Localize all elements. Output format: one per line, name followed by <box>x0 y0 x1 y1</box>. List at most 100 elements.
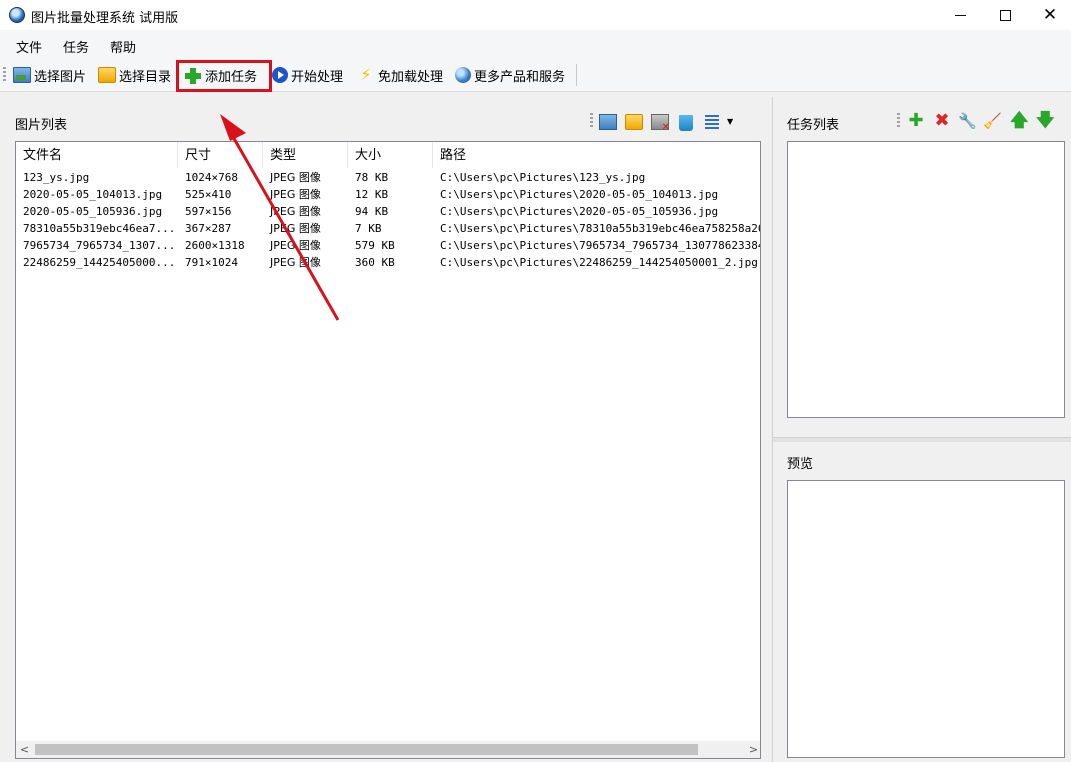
cell-size: 94 KB <box>355 205 389 218</box>
table-row[interactable]: 123_ys.jpg 1024×768 JPEG 图像 78 KB C:\Use… <box>16 169 760 186</box>
cell-dimensions: 525×410 <box>185 188 232 201</box>
cell-size: 360 KB <box>355 256 395 269</box>
image-list-title: 图片列表 <box>15 118 68 133</box>
broom-icon[interactable]: 🧹 <box>983 112 1002 130</box>
maximize-button[interactable] <box>982 0 1028 30</box>
cell-dimensions: 367×287 <box>185 222 232 235</box>
add-folder-icon[interactable] <box>625 114 643 130</box>
cell-path: C:\Users\pc\Pictures\123_ys.jpg <box>440 171 646 184</box>
cell-type: JPEG 图像 <box>270 188 321 201</box>
cell-dimensions: 791×1024 <box>185 256 238 269</box>
title-bar: 图片批量处理系统 试用版 ✕ <box>0 0 1071 30</box>
view-dropdown-caret-icon[interactable]: ▼ <box>727 117 733 126</box>
cell-filename: 123_ys.jpg <box>23 171 90 184</box>
list-toolbar-grip[interactable] <box>590 113 593 129</box>
more-products-button[interactable]: 更多产品和服务 <box>455 64 565 86</box>
cell-filename: 2020-05-05_104013.jpg <box>23 188 163 201</box>
close-icon: ✕ <box>1042 5 1058 25</box>
cell-type: JPEG 图像 <box>270 256 321 269</box>
app-globe-icon <box>9 7 25 23</box>
play-icon <box>272 67 288 83</box>
lightning-icon: ⚡ <box>360 65 372 84</box>
cell-size: 12 KB <box>355 188 389 201</box>
preview-box <box>787 480 1065 758</box>
highlight-annotation <box>176 60 272 92</box>
select-image-label: 选择图片 <box>34 69 87 85</box>
table-row[interactable]: 2020-05-05_104013.jpg 525×410 JPEG 图像 12… <box>16 186 760 203</box>
maximize-icon <box>999 10 1011 21</box>
cell-path: C:\Users\pc\Pictures\2020-05-05_104013.j… <box>440 188 719 201</box>
horizontal-scrollbar[interactable]: < > <box>16 741 760 758</box>
folder-icon <box>98 67 116 83</box>
cell-path: C:\Users\pc\Pictures\78310a55b319ebc46ea… <box>440 222 761 235</box>
table-row[interactable]: 2020-05-05_105936.jpg 597×156 JPEG 图像 94… <box>16 203 760 220</box>
scroll-left-icon[interactable]: < <box>16 741 33 758</box>
image-icon <box>13 67 31 83</box>
cell-dimensions: 597×156 <box>185 205 232 218</box>
main-toolbar: 选择图片 选择目录 添加任务 开始处理 ⚡ 免加载处理 更多产品和服务 <box>0 58 1071 92</box>
cell-path: C:\Users\pc\Pictures\7965734_7965734_130… <box>440 239 761 252</box>
no-load-process-button[interactable]: ⚡ 免加载处理 <box>357 64 443 86</box>
clear-list-icon[interactable] <box>679 115 693 131</box>
select-folder-label: 选择目录 <box>119 69 172 85</box>
cell-type: JPEG 图像 <box>270 205 321 218</box>
view-mode-icon[interactable] <box>705 115 719 131</box>
table-header: 文件名 尺寸 类型 大小 路径 <box>16 142 760 168</box>
preview-title: 预览 <box>787 457 814 472</box>
wrench-icon[interactable]: 🔧 <box>958 112 977 130</box>
cell-type: JPEG 图像 <box>270 239 321 252</box>
no-load-process-label: 免加载处理 <box>378 69 444 85</box>
window-title: 图片批量处理系统 试用版 <box>31 11 179 26</box>
table-row[interactable]: 22486259_14425405000... 791×1024 JPEG 图像… <box>16 254 760 271</box>
minimize-button[interactable] <box>937 0 983 30</box>
cell-type: JPEG 图像 <box>270 171 321 184</box>
delete-task-icon[interactable]: ✖ <box>933 112 951 130</box>
image-table[interactable]: 文件名 尺寸 类型 大小 路径 123_ys.jpg 1024×768 JPEG… <box>15 141 761 759</box>
cell-size: 78 KB <box>355 171 389 184</box>
cell-size: 579 KB <box>355 239 395 252</box>
column-dimensions[interactable]: 尺寸 <box>178 142 263 168</box>
cell-filename: 7965734_7965734_1307... <box>23 239 176 252</box>
app-window: 图片批量处理系统 试用版 ✕ 文件 任务 帮助 选择图片 选择目录 添加任务 开… <box>0 0 1071 762</box>
start-process-button[interactable]: 开始处理 <box>272 64 343 86</box>
globe-icon <box>455 67 471 83</box>
menu-help[interactable]: 帮助 <box>110 37 136 56</box>
remove-image-icon[interactable] <box>651 114 670 133</box>
menu-file[interactable]: 文件 <box>16 37 42 56</box>
column-filename[interactable]: 文件名 <box>16 142 178 168</box>
select-folder-button[interactable]: 选择目录 <box>98 64 171 86</box>
more-products-label: 更多产品和服务 <box>474 69 566 85</box>
cell-filename: 22486259_14425405000... <box>23 256 176 269</box>
table-row[interactable]: 7965734_7965734_1307... 2600×1318 JPEG 图… <box>16 237 761 254</box>
start-process-label: 开始处理 <box>291 69 344 85</box>
column-path[interactable]: 路径 <box>433 142 760 168</box>
table-row[interactable]: 78310a55b319ebc46ea7... 367×287 JPEG 图像 … <box>16 220 761 237</box>
column-type[interactable]: 类型 <box>263 142 348 168</box>
toolbar-separator <box>576 64 577 86</box>
add-image-icon[interactable] <box>599 114 617 130</box>
column-size[interactable]: 大小 <box>348 142 433 168</box>
toolbar-grip[interactable] <box>3 67 6 83</box>
task-toolbar-grip[interactable] <box>897 113 900 129</box>
cell-filename: 2020-05-05_105936.jpg <box>23 205 163 218</box>
menu-bar: 文件 任务 帮助 <box>0 30 1071 58</box>
cell-path: C:\Users\pc\Pictures\22486259_1442540500… <box>440 256 758 269</box>
select-image-button[interactable]: 选择图片 <box>13 64 86 86</box>
cell-type: JPEG 图像 <box>270 222 321 235</box>
task-list-box[interactable] <box>787 141 1065 418</box>
cell-size: 7 KB <box>355 222 382 235</box>
cell-dimensions: 1024×768 <box>185 171 238 184</box>
cell-dimensions: 2600×1318 <box>185 239 245 252</box>
scrollbar-thumb[interactable] <box>35 744 698 755</box>
close-button[interactable]: ✕ <box>1027 0 1071 30</box>
menu-task[interactable]: 任务 <box>63 37 89 56</box>
move-up-icon[interactable]: 🡅 <box>1010 112 1029 130</box>
panel-splitter[interactable] <box>772 97 773 762</box>
right-panel-splitter[interactable] <box>773 437 1071 442</box>
minimize-icon <box>954 14 966 17</box>
cell-filename: 78310a55b319ebc46ea7... <box>23 222 176 235</box>
cell-path: C:\Users\pc\Pictures\2020-05-05_105936.j… <box>440 205 719 218</box>
scroll-right-icon[interactable]: > <box>745 741 760 758</box>
add-task-plus-icon[interactable]: ✚ <box>907 112 925 130</box>
move-down-icon[interactable]: 🡇 <box>1036 112 1055 130</box>
